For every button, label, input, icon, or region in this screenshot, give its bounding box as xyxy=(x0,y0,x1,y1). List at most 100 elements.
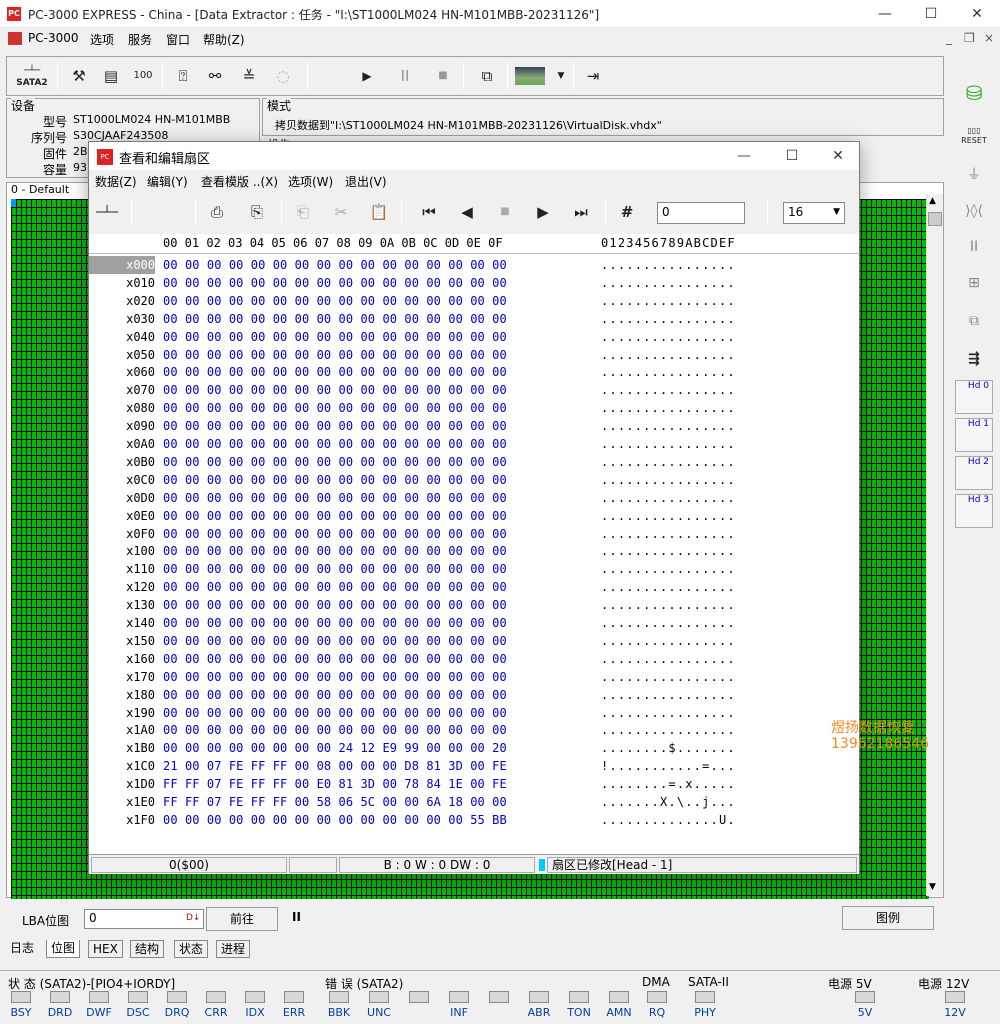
hex-row-bytes[interactable]: 00 00 00 00 00 00 00 00 00 00 00 00 00 0… xyxy=(163,381,507,399)
copy-icon[interactable]: ⧉ xyxy=(954,306,994,336)
hex-row-bytes[interactable]: 00 00 00 00 00 00 00 00 00 00 00 00 00 0… xyxy=(163,256,507,274)
search-binoculars-icon[interactable]: ⚯ xyxy=(201,62,229,90)
connector-icon[interactable]: ⇶ xyxy=(954,344,994,374)
legend-button[interactable]: 图例 xyxy=(842,906,934,930)
hex-row-ascii[interactable]: ................ xyxy=(601,453,736,471)
hex-row[interactable]: x100 00 00 00 00 00 00 00 00 00 00 00 00 … xyxy=(89,542,859,560)
hex-row-ascii[interactable]: ........=.x..... xyxy=(601,775,736,793)
pause-button[interactable]: II xyxy=(292,910,301,924)
hex-row-ascii[interactable]: .......X.\..j... xyxy=(601,793,736,811)
hex-row[interactable]: x090 00 00 00 00 00 00 00 00 00 00 00 00 … xyxy=(89,417,859,435)
hex-row-ascii[interactable]: ................ xyxy=(601,328,736,346)
dialog-menu-options[interactable]: 选项(W) xyxy=(288,173,333,190)
hex-row-ascii[interactable]: ..............U. xyxy=(601,811,736,829)
hex-row[interactable]: x080 00 00 00 00 00 00 00 00 00 00 00 00 … xyxy=(89,399,859,417)
hex-row[interactable]: x030 00 00 00 00 00 00 00 00 00 00 00 00 … xyxy=(89,310,859,328)
sata-port-button[interactable]: ─┴─ SATA2 xyxy=(13,62,51,90)
hex-row-bytes[interactable]: 00 00 00 00 00 00 00 00 00 00 00 00 00 0… xyxy=(163,489,507,507)
read-sector-icon[interactable]: ⎙ xyxy=(203,198,231,226)
hex-row-ascii[interactable]: ................ xyxy=(601,525,736,543)
hex-row-ascii[interactable]: ................ xyxy=(601,507,736,525)
hex-row-bytes[interactable]: 00 00 00 00 00 00 00 00 00 00 00 00 00 0… xyxy=(163,578,507,596)
mdi-close-icon[interactable]: × xyxy=(984,31,994,45)
tab-structure[interactable]: 结构 xyxy=(130,940,165,958)
hex-row[interactable]: x040 00 00 00 00 00 00 00 00 00 00 00 00 … xyxy=(89,328,859,346)
hex-row-ascii[interactable]: ................ xyxy=(601,560,736,578)
scroll-down-icon[interactable]: ▼ xyxy=(929,882,936,892)
hex-row-bytes[interactable]: 00 00 00 00 00 00 00 00 00 00 00 00 00 0… xyxy=(163,399,507,417)
hex-row-ascii[interactable]: ................ xyxy=(601,399,736,417)
tab-process[interactable]: 进程 xyxy=(216,940,251,958)
menu-help[interactable]: 帮助(Z) xyxy=(203,31,245,48)
hex-row-bytes[interactable]: 00 00 00 00 00 00 00 00 00 00 00 00 00 0… xyxy=(163,435,507,453)
database-icon[interactable]: ⛁ xyxy=(954,78,994,108)
hex-row-bytes[interactable]: FF FF 07 FE FF FF 00 E0 81 3D 00 78 84 1… xyxy=(163,775,507,793)
hex-row-ascii[interactable]: ................ xyxy=(601,489,736,507)
dialog-menu-data[interactable]: 数据(Z) xyxy=(95,173,137,190)
hex-row[interactable]: x110 00 00 00 00 00 00 00 00 00 00 00 00 … xyxy=(89,560,859,578)
terminal-icon[interactable]: ▤ xyxy=(97,62,125,90)
chart-icon[interactable]: ⊞ xyxy=(954,268,994,298)
signal-icon[interactable]: ⟩◊⟨ xyxy=(954,196,994,226)
hex-row-ascii[interactable]: ................ xyxy=(601,274,736,292)
hex-row-bytes[interactable]: 00 00 00 00 00 00 00 00 00 00 00 00 00 0… xyxy=(163,292,507,310)
hex-row[interactable]: x0C0 00 00 00 00 00 00 00 00 00 00 00 00 … xyxy=(89,471,859,489)
dialog-close-button[interactable]: ✕ xyxy=(815,142,861,170)
pause-icon[interactable]: II xyxy=(954,232,994,262)
hex-row-ascii[interactable]: ................ xyxy=(601,363,736,381)
hex-row-bytes[interactable]: 00 00 00 00 00 00 00 00 00 00 00 00 00 0… xyxy=(163,363,507,381)
sector-offset-input[interactable]: 0 xyxy=(657,202,745,224)
dialog-maximize-button[interactable]: ☐ xyxy=(769,142,815,170)
hex-row-ascii[interactable]: ................ xyxy=(601,721,736,739)
hex-row-ascii[interactable]: ................ xyxy=(601,650,736,668)
windows-cascade-icon[interactable]: ⧉ xyxy=(473,62,501,90)
hex-row-ascii[interactable]: ................ xyxy=(601,578,736,596)
hex-row-bytes[interactable]: 00 00 00 00 00 00 00 00 00 00 00 00 00 0… xyxy=(163,811,507,829)
last-sector-icon[interactable]: ⏭ xyxy=(567,198,595,226)
hex-row-bytes[interactable]: 00 00 00 00 00 00 00 00 00 00 00 00 00 0… xyxy=(163,525,507,543)
bytes-per-row-select[interactable]: 16 ▼ xyxy=(783,202,845,224)
percent-icon[interactable]: 100 xyxy=(129,62,157,90)
menu-service[interactable]: 服务 xyxy=(128,31,152,48)
hex-row[interactable]: x1A0 00 00 00 00 00 00 00 00 00 00 00 00 … xyxy=(89,721,859,739)
hex-row-bytes[interactable]: 00 00 00 00 00 00 00 00 00 00 00 00 00 0… xyxy=(163,328,507,346)
hex-row[interactable]: x0E0 00 00 00 00 00 00 00 00 00 00 00 00 … xyxy=(89,507,859,525)
menu-window[interactable]: 窗口 xyxy=(166,31,190,48)
tab-state[interactable]: 状态 xyxy=(174,940,209,958)
hex-row-ascii[interactable]: ................ xyxy=(601,686,736,704)
heads-map-icon[interactable]: ≚ xyxy=(235,62,263,90)
hex-row-bytes[interactable]: 00 00 00 00 00 00 00 00 00 00 00 00 00 0… xyxy=(163,614,507,632)
hex-row-ascii[interactable]: ................ xyxy=(601,614,736,632)
hex-row[interactable]: x050 00 00 00 00 00 00 00 00 00 00 00 00 … xyxy=(89,346,859,364)
hex-row[interactable]: x0D0 00 00 00 00 00 00 00 00 00 00 00 00 … xyxy=(89,489,859,507)
hex-row-bytes[interactable]: 00 00 00 00 00 00 00 00 00 00 00 00 00 0… xyxy=(163,704,507,722)
hex-row-bytes[interactable]: 00 00 00 00 00 00 00 00 00 00 00 00 00 0… xyxy=(163,417,507,435)
hex-row-bytes[interactable]: 00 00 00 00 00 00 00 00 00 00 00 00 00 0… xyxy=(163,721,507,739)
hex-row[interactable]: x1F0 00 00 00 00 00 00 00 00 00 00 00 00 … xyxy=(89,811,859,829)
menu-pc3000[interactable]: PC-3000 xyxy=(28,31,78,45)
hex-row-ascii[interactable]: ................ xyxy=(601,471,736,489)
maximize-button[interactable]: ☐ xyxy=(908,0,954,28)
head-0-button[interactable]: Hd 0 xyxy=(955,380,993,414)
tools-icon[interactable]: ⚒ xyxy=(65,62,93,90)
hex-row[interactable]: x070 00 00 00 00 00 00 00 00 00 00 00 00 … xyxy=(89,381,859,399)
dialog-minimize-button[interactable]: — xyxy=(721,142,767,170)
hex-row[interactable]: x150 00 00 00 00 00 00 00 00 00 00 00 00 … xyxy=(89,632,859,650)
hex-row-bytes[interactable]: 00 00 00 00 00 00 00 00 00 00 00 00 00 0… xyxy=(163,310,507,328)
tab-bitmap[interactable]: 位图 xyxy=(46,940,81,958)
hex-row-bytes[interactable]: 00 00 00 00 00 00 00 00 00 00 00 00 00 0… xyxy=(163,650,507,668)
hex-row[interactable]: x1E0 FF FF 07 FE FF FF 00 58 06 5C 00 00 … xyxy=(89,793,859,811)
hex-row-ascii[interactable]: !...........=... xyxy=(601,757,736,775)
goto-sector-icon[interactable]: # xyxy=(613,198,641,226)
hex-row-ascii[interactable]: ................ xyxy=(601,256,736,274)
hex-row-ascii[interactable]: ................ xyxy=(601,381,736,399)
hex-row-ascii[interactable]: ................ xyxy=(601,704,736,722)
head-1-button[interactable]: Hd 1 xyxy=(955,418,993,452)
hex-row-ascii[interactable]: ........$....... xyxy=(601,739,736,757)
hex-row[interactable]: x010 00 00 00 00 00 00 00 00 00 00 00 00 … xyxy=(89,274,859,292)
hex-row-bytes[interactable]: 00 00 00 00 00 00 00 00 00 00 00 00 00 0… xyxy=(163,542,507,560)
hex-row-bytes[interactable]: 00 00 00 00 00 00 00 00 00 00 00 00 00 0… xyxy=(163,596,507,614)
hex-row[interactable]: x1B0 00 00 00 00 00 00 00 00 24 12 E9 99 … xyxy=(89,739,859,757)
hex-row[interactable]: x000 00 00 00 00 00 00 00 00 00 00 00 00 … xyxy=(89,256,859,274)
mdi-minimize-icon[interactable]: _ xyxy=(946,31,952,45)
